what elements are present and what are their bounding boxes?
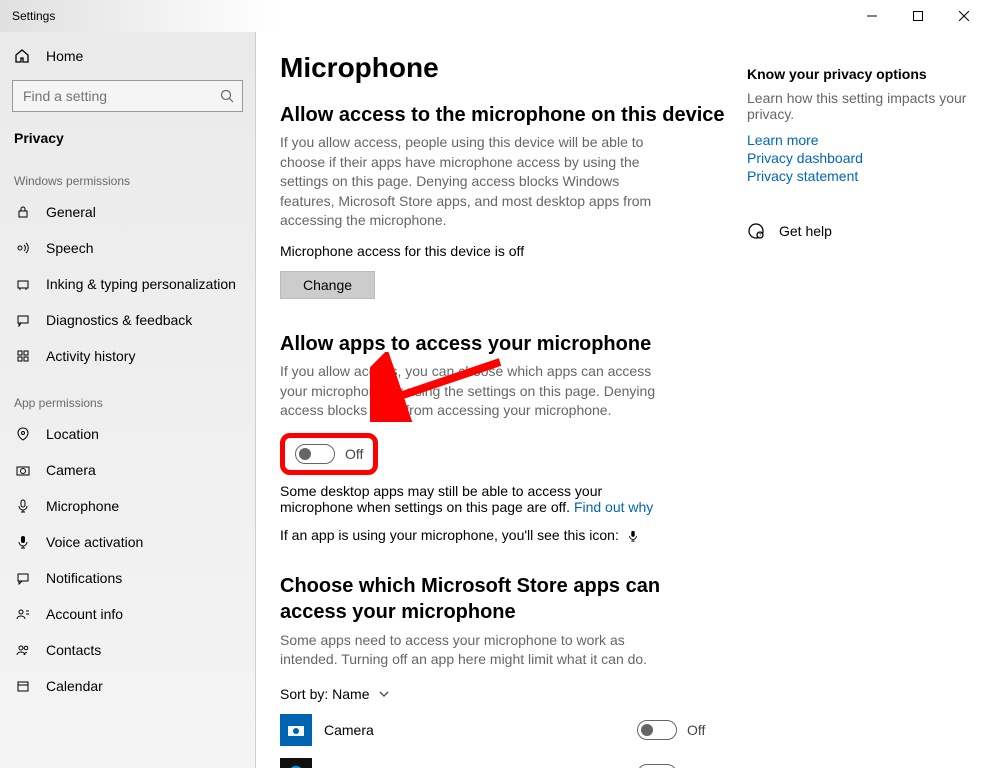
section-app-permissions: App permissions <box>0 374 255 416</box>
voice-icon <box>14 535 32 549</box>
camera-icon <box>14 463 32 477</box>
inking-icon <box>14 277 32 291</box>
right-heading: Know your privacy options <box>747 66 967 82</box>
feedback-icon <box>14 313 32 327</box>
main-content: Microphone Allow access to the microphon… <box>280 46 727 748</box>
section-heading-store-apps: Choose which Microsoft Store apps can ac… <box>280 573 727 625</box>
annotation-highlight: Off <box>280 433 378 475</box>
section-desc-apps-access: If you allow access, you can choose whic… <box>280 362 660 421</box>
home-nav[interactable]: Home <box>0 38 255 74</box>
lock-icon <box>14 205 32 219</box>
app-icon-camera <box>280 714 312 746</box>
contacts-icon <box>14 643 32 657</box>
app-list: Camera Off Cortana Off <box>280 708 727 768</box>
section-desc-device-access: If you allow access, people using this d… <box>280 133 660 231</box>
page-title: Microphone <box>280 52 727 84</box>
sidebar-item-label: Inking & typing personalization <box>46 276 236 292</box>
sidebar-item-microphone[interactable]: Microphone <box>0 488 255 524</box>
account-icon <box>14 607 32 621</box>
window-buttons <box>849 0 987 32</box>
sidebar-item-label: Contacts <box>46 642 101 658</box>
mic-indicator-icon <box>627 530 639 542</box>
sidebar-item-label: Diagnostics & feedback <box>46 312 192 328</box>
sidebar-item-label: Notifications <box>46 570 122 586</box>
section-heading-device-access: Allow access to the microphone on this d… <box>280 104 727 127</box>
help-icon: ? <box>747 222 767 240</box>
sidebar-item-label: Activity history <box>46 348 135 364</box>
calendar-icon <box>14 679 32 693</box>
app-name: Camera <box>324 722 637 738</box>
app-toggle-camera[interactable] <box>637 720 677 740</box>
history-icon <box>14 349 32 363</box>
sidebar-item-activity[interactable]: Activity history <box>0 338 255 374</box>
apps-access-toggle-state: Off <box>345 446 363 462</box>
search-box[interactable] <box>12 80 243 112</box>
sidebar-item-general[interactable]: General <box>0 194 255 230</box>
minimize-button[interactable] <box>849 0 895 32</box>
app-toggle-state: Off <box>687 722 705 738</box>
sidebar-item-label: General <box>46 204 96 220</box>
search-input[interactable] <box>21 87 220 105</box>
sidebar: Home Privacy Windows permissions General… <box>0 32 256 768</box>
sidebar-item-calendar[interactable]: Calendar <box>0 668 255 704</box>
chevron-down-icon <box>378 688 390 700</box>
link-privacy-dashboard[interactable]: Privacy dashboard <box>747 150 967 166</box>
search-icon <box>220 89 234 103</box>
apps-access-toggle[interactable] <box>295 444 335 464</box>
sidebar-item-label: Account info <box>46 606 123 622</box>
sidebar-item-location[interactable]: Location <box>0 416 255 452</box>
sort-value: Name <box>332 686 369 702</box>
link-learn-more[interactable]: Learn more <box>747 132 967 148</box>
app-toggle-cortana[interactable] <box>637 764 677 768</box>
get-help-label: Get help <box>779 223 832 239</box>
desktop-apps-note: Some desktop apps may still be able to a… <box>280 483 660 515</box>
maximize-button[interactable] <box>895 0 941 32</box>
sidebar-item-label: Calendar <box>46 678 103 694</box>
app-row-camera: Camera Off <box>280 708 727 752</box>
app-icon-cortana <box>280 758 312 768</box>
sidebar-item-inking[interactable]: Inking & typing personalization <box>0 266 255 302</box>
home-label: Home <box>46 48 83 64</box>
sort-label: Sort by: <box>280 686 328 702</box>
section-heading-apps-access: Allow apps to access your microphone <box>280 333 727 356</box>
sidebar-item-speech[interactable]: Speech <box>0 230 255 266</box>
sidebar-item-label: Location <box>46 426 99 442</box>
sidebar-item-label: Speech <box>46 240 93 256</box>
right-desc: Learn how this setting impacts your priv… <box>747 90 967 122</box>
category-label: Privacy <box>0 120 255 152</box>
get-help-row[interactable]: ? Get help <box>747 222 967 240</box>
home-icon <box>14 48 32 64</box>
sidebar-item-camera[interactable]: Camera <box>0 452 255 488</box>
sidebar-item-label: Camera <box>46 462 96 478</box>
device-access-status: Microphone access for this device is off <box>280 243 660 259</box>
right-column: Know your privacy options Learn how this… <box>747 46 967 748</box>
sidebar-item-notifications[interactable]: Notifications <box>0 560 255 596</box>
svg-text:?: ? <box>759 233 762 239</box>
sort-row[interactable]: Sort by: Name <box>280 686 727 702</box>
microphone-icon <box>14 499 32 513</box>
notifications-icon <box>14 571 32 585</box>
app-row-cortana: Cortana Off <box>280 752 727 768</box>
section-desc-store-apps: Some apps need to access your microphone… <box>280 631 660 670</box>
speech-icon <box>14 241 32 255</box>
window-title: Settings <box>12 9 849 23</box>
location-icon <box>14 427 32 441</box>
sidebar-item-diagnostics[interactable]: Diagnostics & feedback <box>0 302 255 338</box>
sidebar-item-voice-activation[interactable]: Voice activation <box>0 524 255 560</box>
sidebar-item-account-info[interactable]: Account info <box>0 596 255 632</box>
link-privacy-statement[interactable]: Privacy statement <box>747 168 967 184</box>
close-button[interactable] <box>941 0 987 32</box>
titlebar: Settings <box>0 0 987 32</box>
find-out-why-link[interactable]: Find out why <box>574 499 653 515</box>
sidebar-item-label: Voice activation <box>46 534 143 550</box>
change-button[interactable]: Change <box>280 271 375 299</box>
section-windows-permissions: Windows permissions <box>0 152 255 194</box>
in-use-note: If an app is using your microphone, you'… <box>280 527 660 543</box>
sidebar-item-label: Microphone <box>46 498 119 514</box>
sidebar-item-contacts[interactable]: Contacts <box>0 632 255 668</box>
